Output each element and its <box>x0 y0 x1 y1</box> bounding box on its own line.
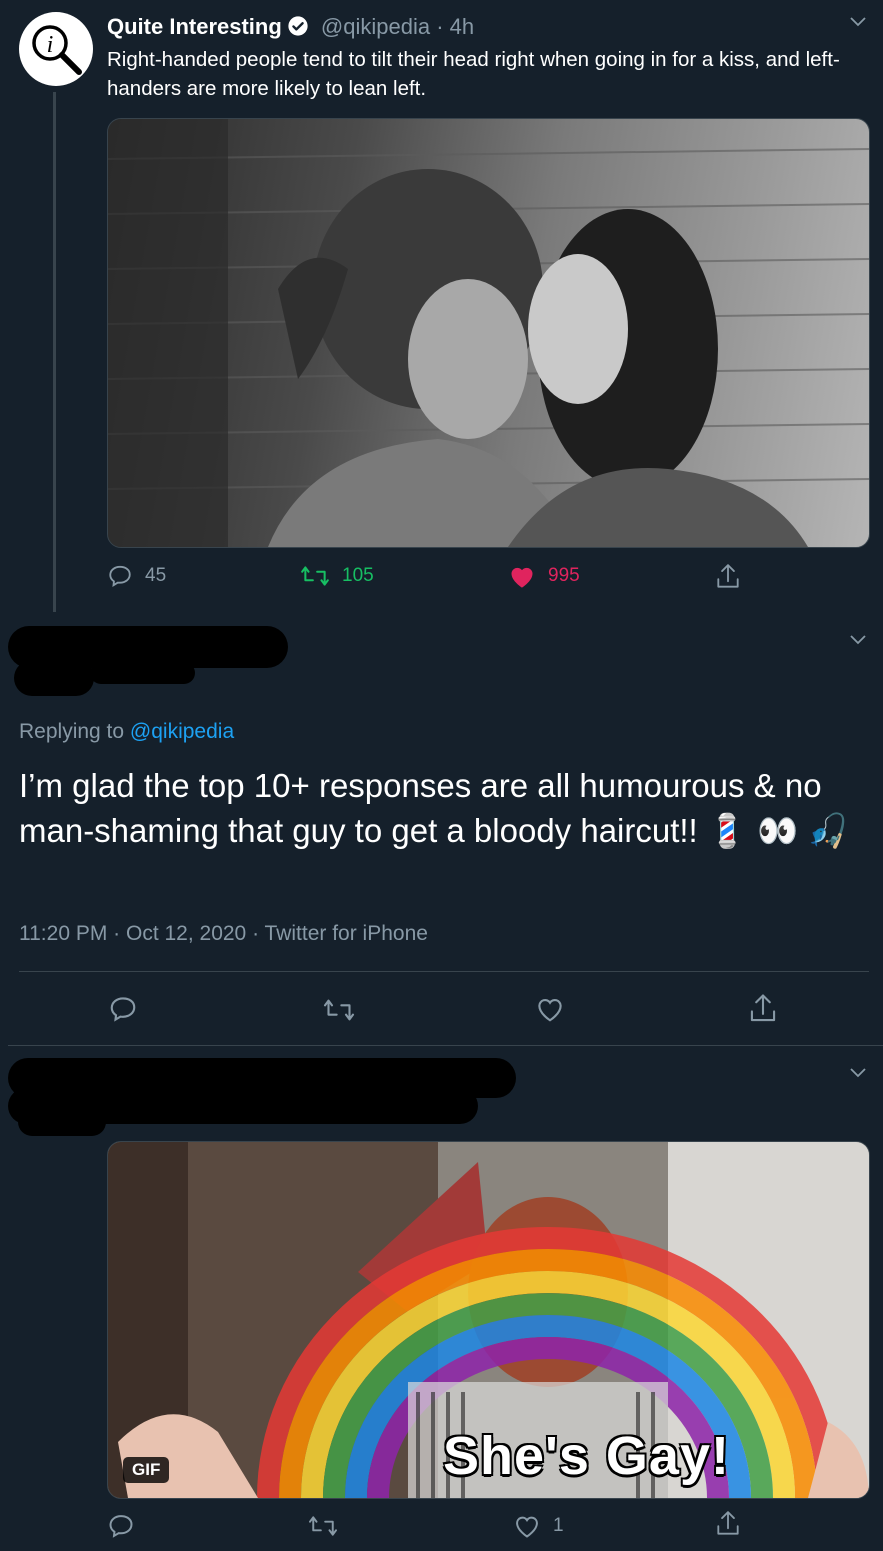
gif-badge: GIF <box>123 1457 170 1483</box>
reply-button[interactable]: 45 <box>107 563 166 589</box>
svg-text:i: i <box>47 32 54 58</box>
replying-to: Replying to @qikipedia <box>19 720 234 744</box>
redacted-handle-2 <box>90 662 195 684</box>
chevron-down-icon[interactable] <box>850 1068 866 1078</box>
like-heart-icon <box>511 567 533 588</box>
tweet-header: Quite Interesting @qikipedia · 4h <box>107 14 474 40</box>
share-icon <box>750 994 776 1022</box>
author-handle[interactable]: @qikipedia <box>321 14 430 39</box>
like-count: 1 <box>553 1515 564 1536</box>
like-heart-icon <box>516 1516 538 1538</box>
retweet-icon <box>309 1516 337 1536</box>
tweet-text: I’m glad the top 10+ responses are all h… <box>19 767 849 849</box>
like-button[interactable]: 1 <box>513 1513 564 1539</box>
author-avatar[interactable]: i <box>19 12 93 86</box>
chevron-down-icon[interactable] <box>850 635 866 645</box>
verified-badge-icon <box>288 16 308 36</box>
retweet-icon <box>301 566 329 586</box>
share-button[interactable] <box>715 1510 741 1538</box>
info-magnifier-icon: i <box>32 25 82 75</box>
redacted-handle <box>14 660 94 696</box>
author-name[interactable]: Quite Interesting <box>107 14 282 39</box>
divider <box>8 1045 883 1046</box>
replying-label: Replying to <box>19 720 125 743</box>
tweet-time[interactable]: · 4h <box>436 14 474 39</box>
retweet-icon <box>323 999 355 1021</box>
like-button[interactable] <box>535 995 565 1023</box>
like-count: 995 <box>548 565 580 586</box>
reply-button[interactable] <box>107 1512 135 1540</box>
reply-icon <box>110 997 136 1022</box>
chevron-down-icon[interactable] <box>850 17 866 27</box>
gif-caption: She's Gay! <box>443 1426 730 1486</box>
retweet-button[interactable] <box>322 996 356 1024</box>
tweet-photo[interactable] <box>107 118 870 548</box>
share-button[interactable] <box>748 993 778 1025</box>
retweet-count: 105 <box>342 565 374 586</box>
thread-line <box>53 92 56 612</box>
share-icon <box>717 1511 739 1535</box>
reply-count: 45 <box>145 565 167 586</box>
reply-icon <box>109 1515 133 1538</box>
reply-icon <box>109 565 131 587</box>
gif-media[interactable]: GIF She's Gay! <box>107 1141 870 1499</box>
tweet-timestamp[interactable]: 11:20 PM · Oct 12, 2020 · Twitter for iP… <box>19 922 428 946</box>
retweet-button[interactable]: 105 <box>300 563 374 589</box>
like-heart-icon <box>538 998 562 1022</box>
replying-handle[interactable]: @qikipedia <box>130 720 234 743</box>
like-button[interactable]: 995 <box>508 563 580 589</box>
divider <box>19 971 869 972</box>
redacted-handle-2 <box>18 1108 106 1136</box>
retweet-button[interactable] <box>307 1513 339 1539</box>
tweet-text: Right-handed people tend to tilt their h… <box>107 48 840 100</box>
photo-illustration <box>108 119 869 547</box>
share-button[interactable] <box>715 563 741 591</box>
share-icon <box>717 564 739 588</box>
reply-button[interactable] <box>108 994 138 1024</box>
